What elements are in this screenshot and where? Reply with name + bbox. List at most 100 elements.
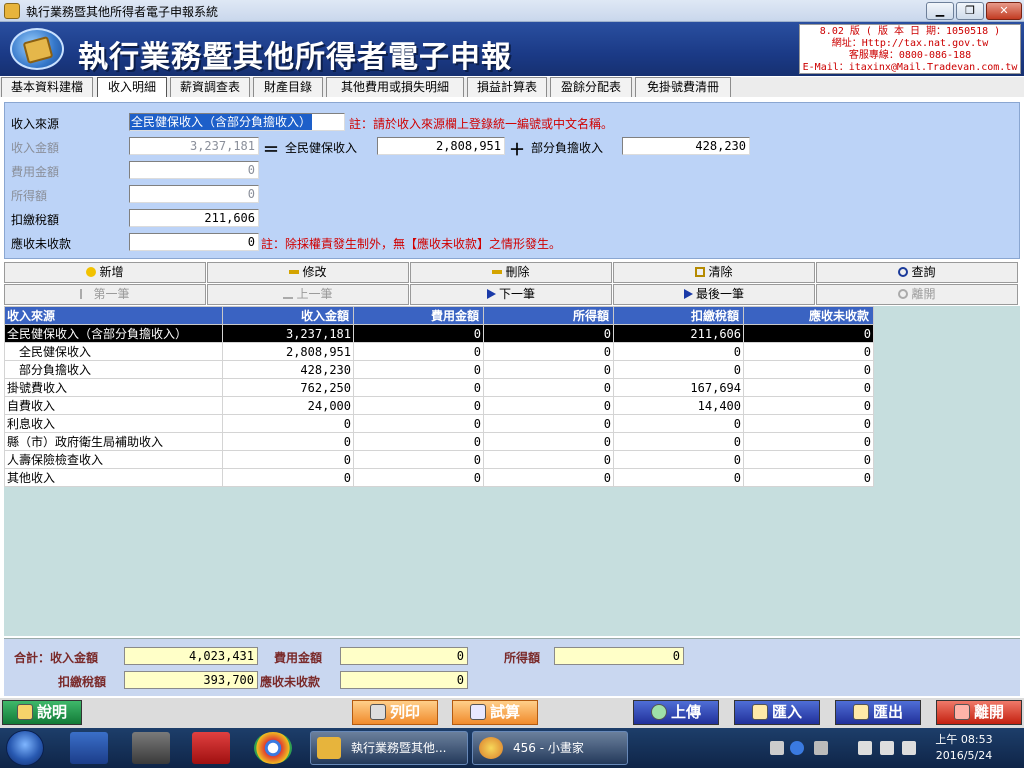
bottom-button-bar: 說明 列印 試算 上傳 匯入 匯出 離開 — [0, 698, 1024, 728]
source-note: 註：請於收入來源欄上登錄統一編號或中文名稱。 — [349, 117, 614, 131]
volume-icon[interactable] — [902, 741, 916, 755]
trial-calc-button[interactable]: 試算 — [452, 700, 538, 725]
table-row[interactable]: 自費收入 24,000 0 0 14,400 0 — [4, 396, 874, 415]
cell-earning: 0 — [483, 324, 614, 343]
source-input[interactable]: 全民健保收入（含部分負擔收入） — [129, 113, 345, 131]
cell-receivable: 0 — [743, 360, 874, 379]
window-titlebar: 執行業務暨其他所得者電子申報系統 ▁ ❐ ✕ — [0, 0, 1024, 22]
nhi-income-input[interactable]: 2,808,951 — [377, 137, 505, 155]
import-button[interactable]: 匯入 — [734, 700, 820, 725]
clock-time: 上午 08:53 — [935, 733, 993, 746]
pinned-app-icon-2[interactable] — [132, 732, 170, 764]
table-row[interactable]: 掛號費收入 762,250 0 0 167,694 0 — [4, 378, 874, 397]
leave-record-button[interactable]: 離開 — [816, 284, 1018, 305]
table-row[interactable]: 其他收入 0 0 0 0 0 — [4, 468, 874, 487]
tab-income-statement[interactable]: 損益計算表 — [467, 77, 547, 97]
tab-salary-survey[interactable]: 薪資調查表 — [170, 77, 250, 97]
last-record-button[interactable]: 最後一筆 — [613, 284, 815, 305]
cell-earning: 0 — [483, 432, 614, 451]
tab-basic-data[interactable]: 基本資料建檔 — [1, 77, 93, 97]
taskbar-clock[interactable]: 上午 08:53 2016/5/24 — [924, 732, 1004, 764]
cell-expense: 0 — [353, 342, 484, 361]
pinned-app-icon-3[interactable] — [192, 732, 230, 764]
search-button[interactable]: 查詢 — [816, 262, 1018, 283]
cell-withholding: 0 — [613, 414, 744, 433]
table-row[interactable]: 人壽保險檢查收入 0 0 0 0 0 — [4, 450, 874, 469]
clear-button[interactable]: 清除 — [613, 262, 815, 283]
withholding-tax-label: 扣繳稅額 — [11, 213, 60, 227]
cell-income: 762,250 — [222, 378, 354, 397]
withholding-tax-input[interactable]: 211,606 — [129, 209, 259, 227]
cell-withholding: 0 — [613, 468, 744, 487]
email-text: E-Mail：itaxinx@Mail.Tradevan.com.tw — [802, 62, 1018, 73]
nhi-income-label: 全民健保收入 — [285, 141, 358, 155]
cell-source: 掛號費收入 — [4, 378, 223, 397]
col-header-source[interactable]: 收入來源 — [4, 306, 223, 325]
help-button[interactable]: 說明 — [2, 700, 82, 725]
upload-button[interactable]: 上傳 — [633, 700, 719, 725]
tab-other-expenses[interactable]: 其他費用或損失明細 — [326, 77, 464, 97]
exit-button[interactable]: 離開 — [936, 700, 1022, 725]
print-button[interactable]: 列印 — [352, 700, 438, 725]
delete-button[interactable]: 刪除 — [410, 262, 612, 283]
partial-burden-label: 部分負擔收入 — [531, 141, 604, 155]
table-row[interactable]: 縣（市）政府衛生局補助收入 0 0 0 0 0 — [4, 432, 874, 451]
cell-expense: 0 — [353, 324, 484, 343]
add-button[interactable]: 新增 — [4, 262, 206, 283]
tray-arrow-icon[interactable] — [814, 741, 828, 755]
table-row[interactable]: 全民健保收入（含部分負擔收入） 3,237,181 0 0 211,606 0 — [4, 324, 874, 343]
cell-income: 24,000 — [222, 396, 354, 415]
prev-record-button[interactable]: 上一筆 — [207, 284, 409, 305]
start-button[interactable] — [6, 730, 44, 766]
col-header-receivable[interactable]: 應收未收款 — [743, 306, 874, 325]
maximize-button[interactable]: ❐ — [956, 2, 984, 20]
next-record-button[interactable]: 下一筆 — [410, 284, 612, 305]
source-label: 收入來源 — [11, 117, 60, 131]
help-tray-icon[interactable] — [790, 741, 804, 755]
cell-income: 3,237,181 — [222, 324, 354, 343]
cell-expense: 0 — [353, 396, 484, 415]
first-record-button[interactable]: 第一筆 — [4, 284, 206, 305]
partial-burden-input[interactable]: 428,230 — [622, 137, 750, 155]
taskbar-task-paint[interactable]: 456 - 小畫家 — [472, 731, 628, 765]
delete-icon — [492, 270, 503, 274]
taskbar-task-efiling[interactable]: 執行業務暨其他... — [310, 731, 468, 765]
close-button[interactable]: ✕ — [986, 2, 1022, 20]
table-row[interactable]: 全民健保收入 2,808,951 0 0 0 0 — [4, 342, 874, 361]
flag-icon[interactable] — [858, 741, 872, 755]
cell-earning: 0 — [483, 468, 614, 487]
col-header-withholding[interactable]: 扣繳稅額 — [613, 306, 744, 325]
cell-receivable: 0 — [743, 324, 874, 343]
col-header-income[interactable]: 收入金額 — [222, 306, 354, 325]
minimize-button[interactable]: ▁ — [926, 2, 954, 20]
network-icon[interactable] — [880, 741, 894, 755]
total-expense-label: 費用金額 — [274, 651, 323, 665]
tab-registration-fee-exempt[interactable]: 免掛號費清冊 — [635, 77, 731, 97]
cell-income: 0 — [222, 450, 354, 469]
cell-earning: 0 — [483, 378, 614, 397]
export-icon — [852, 704, 869, 720]
cell-receivable: 0 — [743, 468, 874, 487]
table-row[interactable]: 部分負擔收入 428,230 0 0 0 0 — [4, 360, 874, 379]
cell-income: 2,808,951 — [222, 342, 354, 361]
tab-income-detail[interactable]: 收入明細 — [97, 77, 167, 97]
chrome-icon[interactable] — [254, 732, 292, 764]
table-row[interactable]: 利息收入 0 0 0 0 0 — [4, 414, 874, 433]
total-withholding-value: 393,700 — [124, 671, 258, 689]
col-header-expense[interactable]: 費用金額 — [353, 306, 484, 325]
col-header-earning[interactable]: 所得額 — [483, 306, 614, 325]
income-amount-label: 收入金額 — [11, 141, 60, 155]
income-grid: 收入來源 收入金額 費用金額 所得額 扣繳稅額 應收未收款 全民健保收入（含部分… — [4, 306, 1020, 636]
receivable-label: 應收未收款 — [11, 237, 72, 251]
export-button[interactable]: 匯出 — [835, 700, 921, 725]
clear-icon — [695, 267, 706, 277]
cell-withholding: 211,606 — [613, 324, 744, 343]
receivable-input[interactable]: 0 — [129, 233, 259, 251]
pinned-app-icon-1[interactable] — [70, 732, 108, 764]
tab-property-list[interactable]: 財產目錄 — [253, 77, 323, 97]
edit-button[interactable]: 修改 — [207, 262, 409, 283]
total-receivable-value: 0 — [340, 671, 468, 689]
keyboard-icon[interactable] — [770, 741, 784, 755]
tab-surplus-distribution[interactable]: 盈餘分配表 — [550, 77, 632, 97]
cell-earning: 0 — [483, 360, 614, 379]
